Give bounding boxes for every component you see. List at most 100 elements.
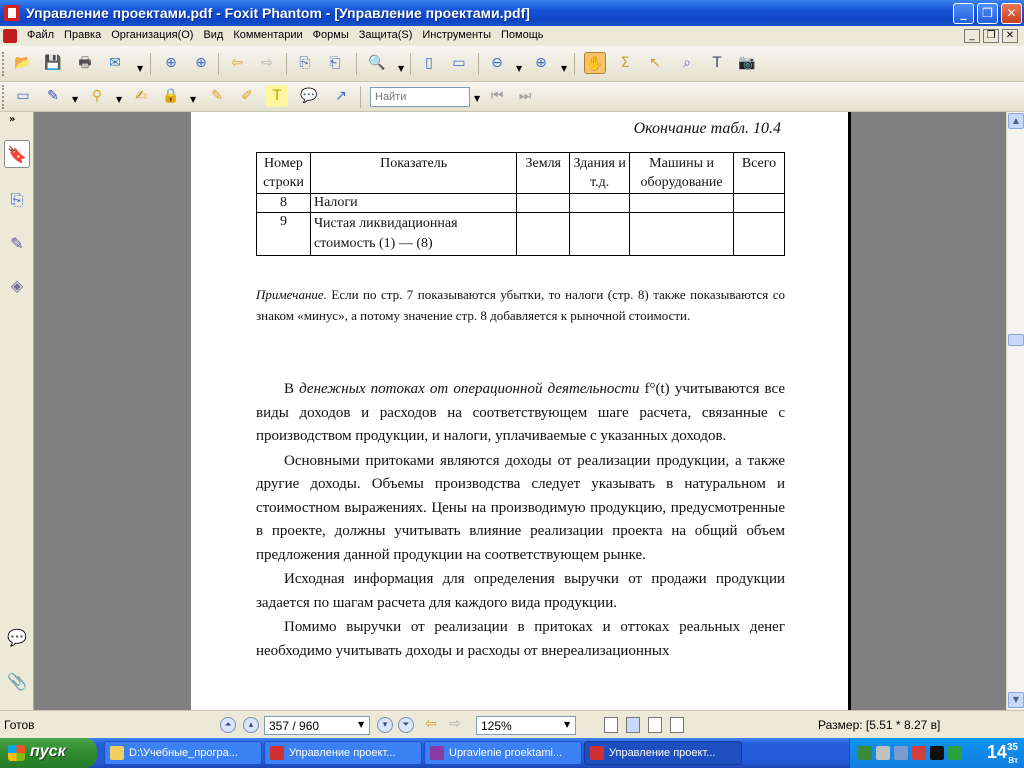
menu-view[interactable]: Вид bbox=[198, 29, 228, 41]
last-page-icon[interactable]: ⏷ bbox=[398, 717, 414, 733]
forward-arrow-icon[interactable]: ⇨ bbox=[256, 52, 278, 74]
menu-help[interactable]: Помощь bbox=[496, 29, 549, 41]
clock[interactable]: 1435 Вт bbox=[987, 742, 1018, 765]
menu-protect[interactable]: Защита(S) bbox=[354, 29, 418, 41]
email-icon[interactable]: ✉ bbox=[104, 52, 126, 74]
save-icon[interactable]: 💾 bbox=[42, 52, 64, 74]
zoom-in-icon[interactable]: ⊕ bbox=[530, 52, 552, 74]
fit-page-icon[interactable]: ▯ bbox=[418, 52, 440, 74]
close-button[interactable]: ✕ bbox=[1001, 3, 1022, 24]
network-icon[interactable] bbox=[894, 746, 908, 760]
expand-pane-icon[interactable]: » bbox=[9, 114, 15, 125]
typewriter-icon[interactable]: T bbox=[706, 52, 728, 74]
nvidia-icon[interactable] bbox=[930, 746, 944, 760]
binoculars-icon[interactable]: ⌕ bbox=[676, 52, 698, 74]
form-edit-icon[interactable]: ✐ bbox=[236, 85, 258, 107]
taskbar-item-winrar[interactable]: Upravlenie proektami... bbox=[424, 741, 582, 765]
toolbar-grip[interactable] bbox=[2, 85, 6, 109]
continuous-facing-view-icon[interactable] bbox=[670, 717, 684, 733]
menu-organize[interactable]: Организация(O) bbox=[106, 29, 198, 41]
menu-file[interactable]: Файл bbox=[22, 29, 59, 41]
zoom-out-dropdown-icon[interactable]: ▼ bbox=[516, 64, 522, 73]
select-text-icon[interactable]: Ʃ bbox=[614, 52, 636, 74]
find-prev-icon[interactable]: ⏮ bbox=[486, 85, 508, 107]
minimize-button[interactable]: _ bbox=[953, 3, 974, 24]
lock-dropdown-icon[interactable]: ▼ bbox=[190, 95, 196, 104]
zoom-field[interactable]: 125% bbox=[476, 716, 576, 735]
snapshot-camera-icon[interactable]: 📷 bbox=[736, 52, 758, 74]
page-dropdown-icon[interactable]: ▼ bbox=[358, 720, 364, 729]
doc-minimize-button[interactable]: _ bbox=[964, 29, 980, 43]
sign-icon[interactable]: ✍ bbox=[130, 85, 152, 107]
start-button[interactable]: пуск bbox=[0, 738, 97, 768]
toolbar-grip[interactable] bbox=[2, 52, 6, 76]
scroll-thumb[interactable] bbox=[1008, 334, 1024, 346]
insert-page-icon[interactable]: ⎗ bbox=[324, 52, 346, 74]
restore-button[interactable]: ❐ bbox=[977, 3, 998, 24]
speaker-icon[interactable] bbox=[876, 746, 890, 760]
find-dropdown-icon[interactable]: ▼ bbox=[474, 94, 480, 103]
layers-icon[interactable]: ✎ bbox=[4, 230, 30, 258]
comment-bubble-icon[interactable]: 💬 bbox=[298, 85, 320, 107]
language-flag-icon[interactable] bbox=[912, 746, 926, 760]
zoom-out-icon[interactable]: ⊖ bbox=[486, 52, 508, 74]
prev-page-icon[interactable]: ⊕ bbox=[160, 52, 182, 74]
back-arrow-icon[interactable]: ⇦ bbox=[226, 52, 248, 74]
task-label: Управление проект... bbox=[289, 747, 396, 759]
stamp-icon[interactable]: ⚲ bbox=[86, 85, 108, 107]
single-page-view-icon[interactable] bbox=[604, 717, 618, 733]
taskbar-item-pdf1[interactable]: Управление проект... bbox=[264, 741, 422, 765]
text-box-icon[interactable]: ▭ bbox=[12, 85, 34, 107]
open-folder-icon[interactable]: 📂 bbox=[12, 52, 34, 74]
taskbar-item-pdf-active[interactable]: Управление проект... bbox=[584, 741, 742, 765]
bookmarks-icon[interactable]: 🔖 bbox=[4, 140, 30, 168]
menu-comments[interactable]: Комментарии bbox=[228, 29, 307, 41]
pages-icon[interactable]: ⎘ bbox=[4, 186, 30, 214]
back-status-icon[interactable]: ⇦ bbox=[425, 716, 437, 732]
email-dropdown-icon[interactable]: ▼ bbox=[137, 64, 143, 73]
find-input[interactable] bbox=[370, 87, 470, 107]
foxit-app-icon[interactable] bbox=[4, 5, 20, 21]
prev-page-status-icon[interactable]: ▴ bbox=[243, 717, 259, 733]
facing-view-icon[interactable] bbox=[648, 717, 662, 733]
find-next-icon[interactable]: ⏭ bbox=[514, 85, 536, 107]
taskbar-item-explorer[interactable]: D:\Учебные_програ... bbox=[104, 741, 262, 765]
doc-restore-button[interactable]: ❐ bbox=[983, 29, 999, 43]
lock-icon[interactable]: 🔒 bbox=[160, 85, 182, 107]
print-icon[interactable]: 🖶 bbox=[74, 52, 96, 74]
zoom-magnifier-icon[interactable]: 🔍 bbox=[366, 52, 388, 74]
pencil-icon[interactable]: ✎ bbox=[42, 85, 64, 107]
vertical-scrollbar[interactable]: ▲ ▼ bbox=[1006, 112, 1024, 710]
menu-edit[interactable]: Правка bbox=[59, 29, 106, 41]
note-edit-icon[interactable]: ✎ bbox=[206, 85, 228, 107]
document-view[interactable]: Окончание табл. 10.4 Номер строки Показа… bbox=[34, 112, 1006, 710]
tray-app-icon[interactable] bbox=[858, 746, 872, 760]
next-page-status-icon[interactable]: ▾ bbox=[377, 717, 393, 733]
paperclip-icon[interactable]: 📎 bbox=[4, 668, 30, 696]
stamp-dropdown-icon[interactable]: ▼ bbox=[116, 95, 122, 104]
arrow-tool-icon[interactable]: ↗ bbox=[330, 85, 352, 107]
zoom-in-dropdown-icon[interactable]: ▼ bbox=[561, 64, 567, 73]
comments-pane-icon[interactable]: 💬 bbox=[4, 624, 30, 652]
extract-page-icon[interactable]: ⎘ bbox=[294, 52, 316, 74]
menu-forms[interactable]: Формы bbox=[308, 29, 354, 41]
fit-width-icon[interactable]: ▭ bbox=[448, 52, 470, 74]
zoom-field-dropdown-icon[interactable]: ▼ bbox=[564, 720, 570, 729]
attachments-pane-icon[interactable]: ◈ bbox=[4, 272, 30, 300]
scroll-down-icon[interactable]: ▼ bbox=[1008, 692, 1024, 708]
page-number-field[interactable]: 357 / 960 bbox=[264, 716, 370, 735]
hand-tool-icon[interactable]: ✋ bbox=[584, 52, 606, 74]
next-page-icon[interactable]: ⊕ bbox=[190, 52, 212, 74]
continuous-view-icon[interactable] bbox=[626, 717, 640, 733]
doc-close-button[interactable]: ✕ bbox=[1002, 29, 1018, 43]
zoom-dropdown-icon[interactable]: ▼ bbox=[398, 64, 404, 73]
pencil-dropdown-icon[interactable]: ▼ bbox=[72, 95, 78, 104]
menu-tools[interactable]: Инструменты bbox=[417, 29, 496, 41]
text-field-icon[interactable]: T bbox=[266, 85, 288, 107]
document-icon[interactable] bbox=[3, 29, 17, 43]
status-icon[interactable] bbox=[948, 746, 962, 760]
scroll-up-icon[interactable]: ▲ bbox=[1008, 113, 1024, 129]
forward-status-icon[interactable]: ⇨ bbox=[449, 716, 461, 732]
pointer-select-icon[interactable]: ↖ bbox=[644, 52, 666, 74]
first-page-icon[interactable]: ⏶ bbox=[220, 717, 236, 733]
